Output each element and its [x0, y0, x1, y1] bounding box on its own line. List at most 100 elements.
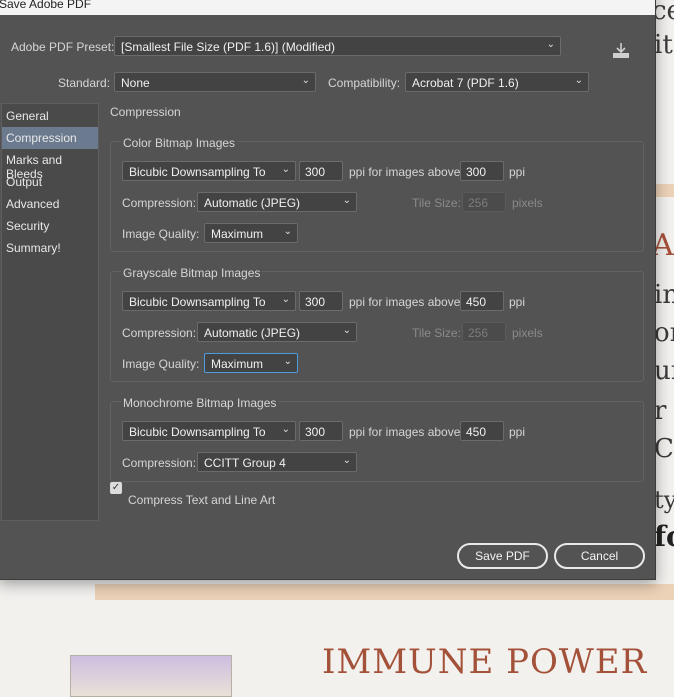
group-title: Grayscale Bitmap Images [121, 266, 263, 280]
compression-label: Compression: [122, 196, 197, 210]
compress-text-checkbox[interactable]: ✓ [110, 482, 122, 494]
chevron-down-icon: ⌄ [342, 195, 351, 206]
chevron-down-icon: ⌄ [283, 226, 292, 237]
sidebar-item-output[interactable]: Output [2, 171, 98, 193]
ppi-unit-label: ppi [509, 295, 526, 309]
color-tile-size-input: 256 [462, 192, 506, 212]
color-compression-select[interactable]: Automatic (JPEG) ⌄ [197, 192, 357, 212]
preset-value: [Smallest File Size (PDF 1.6)] (Modified… [121, 40, 336, 54]
color-above-input[interactable]: 300 [460, 161, 504, 181]
doc-fragment: it [654, 30, 673, 60]
sidebar-item-advanced[interactable]: Advanced [2, 193, 98, 215]
input-value: 300 [305, 165, 326, 179]
standard-select[interactable]: None ⌄ [114, 72, 316, 92]
sidebar-item-marks-and-bleeds[interactable]: Marks and Bleeds [2, 149, 98, 181]
downsample-value: Bicubic Downsampling To [129, 425, 266, 439]
sidebar-item-label: Compression [6, 131, 77, 145]
grayscale-downsample-select[interactable]: Bicubic Downsampling To ⌄ [122, 291, 296, 311]
sidebar-item-label: Security [6, 219, 50, 233]
mono-above-input[interactable]: 450 [460, 421, 504, 441]
doc-fragment: fo [654, 520, 674, 553]
input-value: 450 [466, 295, 487, 309]
decorative-band [95, 584, 674, 600]
input-value: 256 [468, 196, 489, 210]
compression-value: Automatic (JPEG) [204, 196, 301, 210]
preset-label: Adobe PDF Preset: [11, 40, 115, 54]
mono-compression-select[interactable]: CCITT Group 4 ⌄ [197, 452, 357, 472]
save-pdf-dialog: Save Adobe PDF Adobe PDF Preset: [Smalle… [0, 0, 656, 580]
mono-ppi-input[interactable]: 300 [299, 421, 343, 441]
sidebar-item-label: General [6, 109, 49, 123]
group-title: Color Bitmap Images [121, 136, 238, 150]
downsample-value: Bicubic Downsampling To [129, 165, 266, 179]
chevron-down-icon: ⌄ [283, 356, 292, 367]
input-value: 300 [466, 165, 487, 179]
compatibility-value: Acrobat 7 (PDF 1.6) [412, 76, 519, 90]
color-ppi-input[interactable]: 300 [299, 161, 343, 181]
tile-size-label: Tile Size: [412, 196, 461, 210]
chevron-down-icon: ⌄ [301, 75, 310, 86]
above-label: ppi for images above [349, 295, 461, 309]
ppi-unit-label: ppi [509, 165, 526, 179]
grayscale-quality-select[interactable]: Maximum ⌄ [204, 353, 298, 373]
quality-value: Maximum [211, 227, 264, 241]
chevron-down-icon: ⌄ [281, 424, 290, 435]
category-sidebar: General Compression Marks and Bleeds Out… [1, 103, 99, 521]
sidebar-item-general[interactable]: General [2, 105, 98, 127]
standard-value: None [121, 76, 150, 90]
grayscale-ppi-input[interactable]: 300 [299, 291, 343, 311]
chevron-down-icon: ⌄ [281, 164, 290, 175]
compress-text-label: Compress Text and Line Art [128, 493, 276, 507]
sidebar-item-summary[interactable]: Summary! [2, 237, 98, 259]
compatibility-label: Compatibility: [328, 76, 401, 90]
doc-fragment: in [654, 280, 674, 310]
ppi-unit-label: ppi [509, 425, 526, 439]
above-label: ppi for images above [349, 425, 461, 439]
compression-value: Automatic (JPEG) [204, 326, 301, 340]
compression-label: Compression: [122, 456, 197, 470]
sidebar-item-compression[interactable]: Compression [2, 127, 98, 149]
input-value: 300 [305, 295, 326, 309]
product-image [70, 655, 232, 697]
grayscale-compression-select[interactable]: Automatic (JPEG) ⌄ [197, 322, 357, 342]
standard-label: Standard: [58, 76, 111, 90]
section-title: Compression [110, 105, 181, 119]
grayscale-above-input[interactable]: 450 [460, 291, 504, 311]
above-label: ppi for images above [349, 165, 461, 179]
sidebar-item-security[interactable]: Security [2, 215, 98, 237]
doc-fragment: C [654, 434, 674, 464]
color-quality-select[interactable]: Maximum ⌄ [204, 223, 298, 243]
input-value: 256 [468, 326, 489, 340]
chevron-down-icon: ⌄ [546, 39, 555, 50]
chevron-down-icon: ⌄ [342, 325, 351, 336]
cancel-button[interactable]: Cancel [554, 543, 645, 569]
compatibility-select[interactable]: Acrobat 7 (PDF 1.6) ⌄ [405, 72, 589, 92]
doc-fragment: ty [654, 486, 674, 514]
doc-headline: IMMUNE POWER [322, 642, 648, 682]
save-pdf-button[interactable]: Save PDF [457, 543, 548, 569]
chevron-down-icon: ⌄ [342, 455, 351, 466]
preset-select[interactable]: [Smallest File Size (PDF 1.6)] (Modified… [114, 36, 561, 56]
color-downsample-select[interactable]: Bicubic Downsampling To ⌄ [122, 161, 296, 181]
grayscale-tile-size-input: 256 [462, 322, 506, 342]
window-titlebar: Save Adobe PDF [0, 0, 655, 15]
image-quality-label: Image Quality: [122, 227, 200, 241]
sidebar-item-label: Advanced [6, 197, 60, 211]
chevron-down-icon: ⌄ [281, 294, 290, 305]
group-title: Monochrome Bitmap Images [121, 396, 279, 410]
doc-fragment: ur [654, 356, 674, 386]
input-value: 300 [305, 425, 326, 439]
decorative-band [654, 184, 674, 197]
mono-downsample-select[interactable]: Bicubic Downsampling To ⌄ [122, 421, 296, 441]
doc-fragment: on [654, 318, 674, 348]
compression-label: Compression: [122, 326, 197, 340]
image-quality-label: Image Quality: [122, 357, 200, 371]
tile-unit-label: pixels [512, 326, 543, 340]
save-preset-icon[interactable] [611, 41, 631, 59]
window-title: Save Adobe PDF [0, 0, 92, 11]
sidebar-item-label: Output [6, 175, 43, 189]
downsample-value: Bicubic Downsampling To [129, 295, 266, 309]
input-value: 450 [466, 425, 487, 439]
quality-value: Maximum [211, 357, 264, 371]
compression-value: CCITT Group 4 [204, 456, 286, 470]
